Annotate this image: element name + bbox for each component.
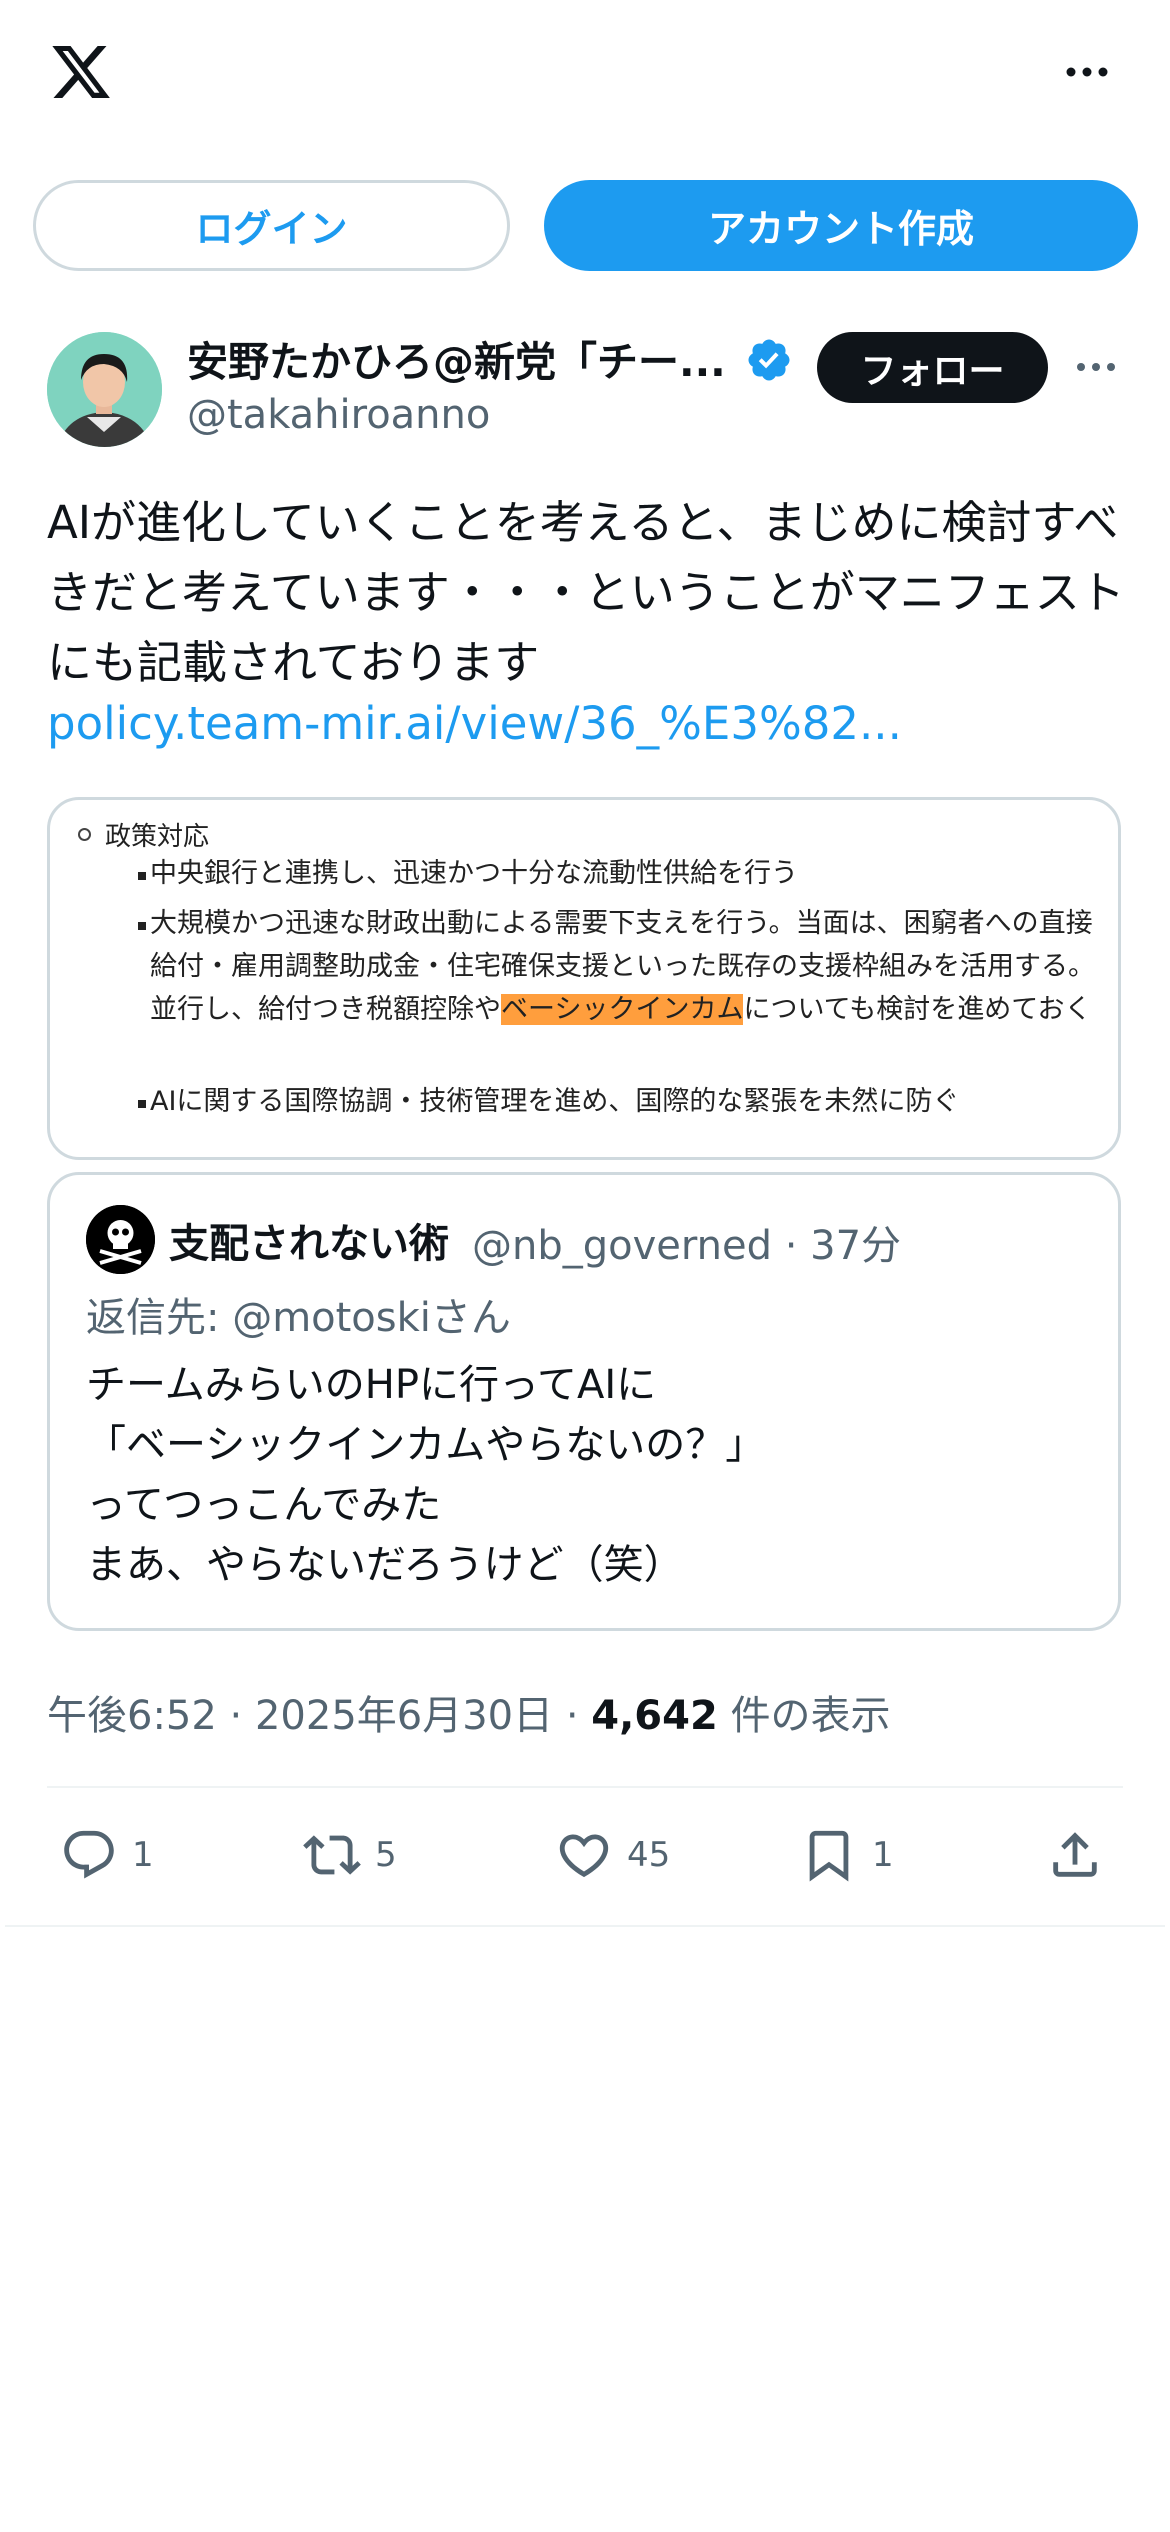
login-button[interactable]: ログイン — [33, 180, 510, 271]
doc-item: 大規模かつ迅速な財政出動による需要下支えを行う。当面は、困窮者への直接給付・雇用… — [150, 902, 1100, 1031]
doc-heading-text: 政策対応 — [105, 822, 210, 852]
skull-icon — [86, 1205, 155, 1274]
divider — [5, 1925, 1165, 1927]
quote-avatar — [86, 1205, 155, 1274]
like-count: 45 — [627, 1835, 671, 1875]
quote-line: 「ベーシックインカムやらないの？」 — [86, 1422, 766, 1468]
tweet-time[interactable]: 午後6:52 · 2025年6月30日 · — [47, 1693, 591, 1739]
doc-item: 中央銀行と連携し、迅速かつ十分な流動性供給を行う — [150, 858, 798, 889]
follow-button[interactable]: フォロー — [817, 332, 1048, 403]
verified-badge-icon — [748, 339, 790, 381]
quote-line: ってつっこんでみた — [86, 1482, 442, 1528]
heart-icon — [559, 1834, 609, 1878]
tweet-more-icon[interactable] — [1074, 352, 1118, 382]
like-button[interactable]: 45 — [555, 1825, 670, 1885]
bookmark-button[interactable]: 1 — [800, 1825, 894, 1885]
author-name[interactable]: 安野たかひろ@新党「チー... — [187, 328, 737, 388]
tweet-text: AIが進化していくことを考えると、まじめに検討すべきだと考えています・・・という… — [47, 496, 1125, 689]
retweet-icon — [303, 1835, 361, 1875]
circle-bullet-icon — [78, 828, 91, 841]
square-bullet-icon — [138, 922, 146, 930]
reply-button[interactable]: 1 — [60, 1825, 154, 1885]
quote-line: チームみらいのHPに行ってAIに — [86, 1362, 657, 1408]
doc-item: AIに関する国際協調・技術管理を進め、国際的な緊張を未然に防ぐ — [150, 1086, 960, 1117]
avatar-image — [47, 332, 162, 447]
quote-line: まあ、やらないだろうけど（笑） — [86, 1542, 684, 1588]
divider — [47, 1786, 1123, 1788]
highlighted-text: ベーシックインカム — [501, 994, 744, 1025]
quote-tweet-card[interactable]: 支配されない術 @nb_governed · 37分 返信先: @motoski… — [47, 1172, 1121, 1631]
more-horizontal-icon[interactable] — [1062, 52, 1112, 92]
share-button[interactable] — [1046, 1825, 1104, 1885]
square-bullet-icon — [138, 1100, 146, 1108]
bookmark-icon — [809, 1830, 849, 1882]
doc-heading: 政策対応 — [78, 816, 209, 853]
retweet-button[interactable]: 5 — [303, 1825, 397, 1885]
share-icon — [1053, 1832, 1097, 1877]
reply-count: 1 — [132, 1835, 154, 1875]
reply-icon — [64, 1830, 114, 1879]
media-image-card[interactable]: 政策対応 中央銀行と連携し、迅速かつ十分な流動性供給を行う 大規模かつ迅速な財政… — [47, 797, 1121, 1160]
tweet-timestamp: 午後6:52 · 2025年6月30日 · 4,642 件の表示 — [47, 1683, 891, 1741]
doc-item-text: についても検討を進めておく — [743, 994, 1092, 1025]
tweet-link[interactable]: policy.team-mir.ai/view/36_%E3%82... — [47, 697, 1137, 750]
bookmark-count: 1 — [872, 1835, 894, 1875]
retweet-count: 5 — [375, 1835, 397, 1875]
square-bullet-icon — [138, 872, 146, 880]
create-account-button[interactable]: アカウント作成 — [544, 180, 1138, 271]
x-logo-icon[interactable] — [46, 40, 116, 104]
quote-reply-to: 返信先: @motoskiさん — [86, 1295, 511, 1341]
view-count-label: 件の表示 — [717, 1693, 891, 1739]
quote-author-meta: @nb_governed · 37分 — [472, 1223, 902, 1269]
author-handle[interactable]: @takahiroanno — [187, 392, 490, 438]
top-bar — [0, 0, 1170, 150]
quote-body: チームみらいのHPに行ってAIに 「ベーシックインカムやらないの？」 ってつっこ… — [86, 1355, 1086, 1595]
avatar[interactable] — [47, 332, 162, 447]
quote-author-name: 支配されない術 — [169, 1221, 449, 1267]
view-count: 4,642 — [591, 1693, 718, 1739]
